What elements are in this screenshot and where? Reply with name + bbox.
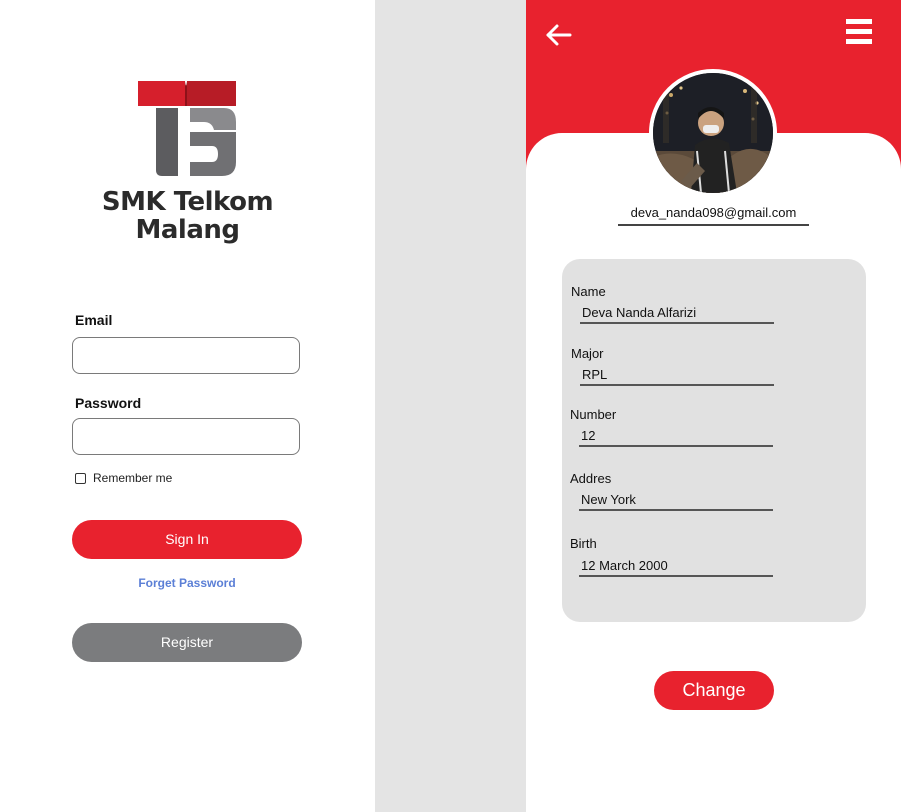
password-input[interactable] [72,418,300,455]
canvas-gutter [375,0,526,812]
logo-line-1: SMK Telkom [101,187,274,217]
email-label: Email [75,312,113,328]
remember-me-row: Remember me [75,471,172,485]
register-button[interactable]: Register [72,623,302,662]
name-label: Name [571,284,606,299]
profile-info-card: Name Deva Nanda Alfarizi Major RPL Numbe… [562,259,866,622]
login-screen: SMK Telkom Malang Email Password Remembe… [0,0,375,812]
birth-label: Birth [570,536,597,551]
logo-wordmark: SMK Telkom Malang [100,188,275,244]
birth-value: 12 March 2000 [579,558,773,577]
hamburger-menu-icon[interactable] [844,18,874,46]
remember-me-checkbox[interactable] [75,472,86,484]
profile-avatar[interactable] [649,69,777,197]
telkom-book-icon [138,81,236,176]
number-label: Number [570,407,617,422]
logo-line-2: Malang [135,215,241,245]
arrow-left-icon[interactable] [544,22,574,48]
remember-me-label: Remember me [93,471,173,485]
password-label: Password [75,395,142,411]
address-label: Addres [570,471,612,486]
change-button[interactable]: Change [654,671,774,710]
email-input[interactable] [72,337,300,374]
major-label: Major [571,346,604,361]
name-value: Deva Nanda Alfarizi [580,305,774,324]
forget-password-link[interactable]: Forget Password [72,576,302,590]
address-value: New York [579,492,773,511]
school-logo: SMK Telkom Malang [100,78,275,253]
major-value: RPL [580,367,774,386]
sign-in-button[interactable]: Sign In [72,520,302,559]
profile-email: deva_nanda098@gmail.com [618,205,809,226]
number-value: 12 [579,428,773,447]
profile-screen: deva_nanda098@gmail.com Name Deva Nanda … [526,0,901,812]
